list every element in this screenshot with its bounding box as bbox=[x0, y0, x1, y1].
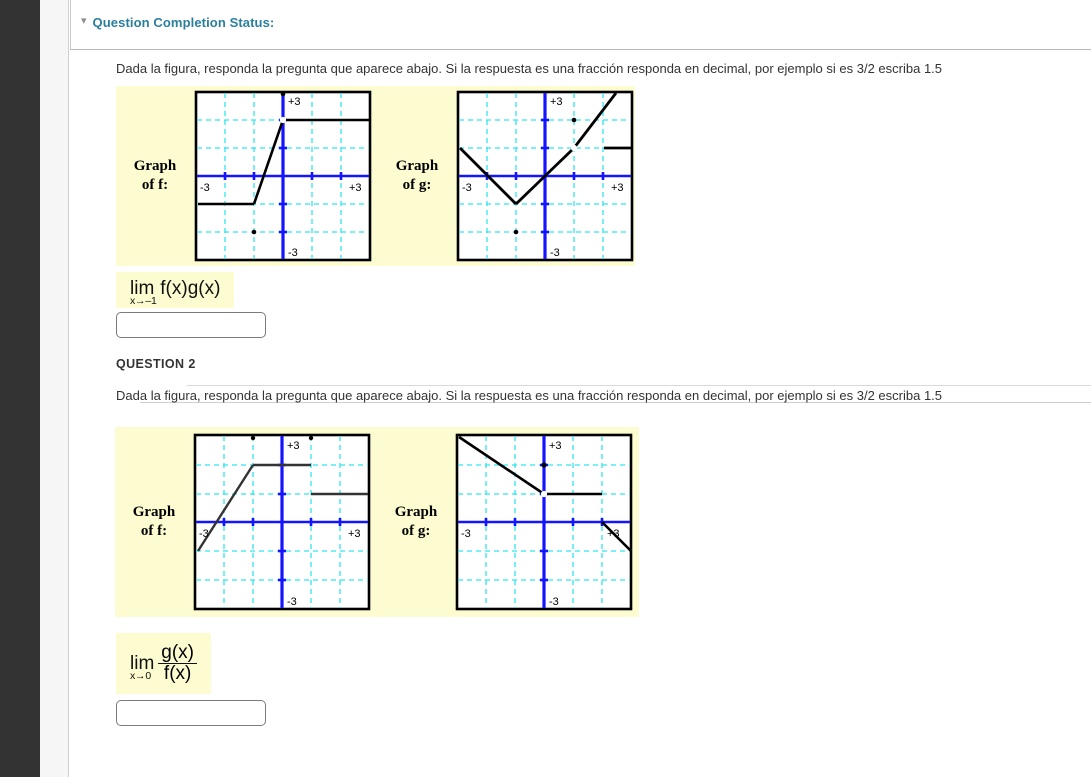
chevron-down-icon[interactable]: ▾ bbox=[81, 16, 87, 27]
q2-graph-f-svg: +3 -3 -3 +3 bbox=[193, 433, 371, 611]
q1-graph-g-svg: +3 -3 -3 +3 bbox=[456, 90, 634, 261]
question-1-limit-expression: lim x→–1 f(x)g(x) bbox=[116, 271, 235, 308]
question-2-answer-row bbox=[116, 699, 1091, 726]
page-root: ▾ Question Completion Status: Dada la fi… bbox=[0, 0, 1091, 777]
svg-text:-3: -3 bbox=[461, 528, 471, 540]
question-2-answer-input[interactable] bbox=[116, 699, 266, 726]
content-column: ▾ Question Completion Status: Dada la fi… bbox=[70, 0, 1091, 777]
graph-f-label-2: Graph of f: bbox=[115, 503, 193, 541]
graph-g-label-line2: of g: bbox=[402, 176, 432, 193]
left-nav-rail[interactable] bbox=[0, 0, 40, 777]
svg-text:+3: +3 bbox=[550, 96, 563, 108]
svg-text:+3: +3 bbox=[607, 528, 620, 540]
q2-limit-subscript: x→0 bbox=[130, 669, 151, 682]
q1-limit-operator: lim x→–1 bbox=[130, 278, 158, 307]
graph-f-label: Graph of f: bbox=[116, 157, 194, 195]
q2-limit-numerator: g(x) bbox=[161, 642, 195, 664]
question-2-limit-expression: lim x→0 g(x) f(x) bbox=[116, 633, 212, 694]
svg-text:+3: +3 bbox=[288, 96, 301, 108]
left-collapse-strip[interactable] bbox=[40, 0, 69, 777]
q2-graph-g-plot: +3 -3 -3 +3 bbox=[455, 433, 633, 611]
svg-text:+3: +3 bbox=[349, 182, 362, 194]
graph-f-label-line2: of f: bbox=[141, 176, 169, 193]
question-completion-status-panel[interactable]: ▾ Question Completion Status: bbox=[70, 0, 1091, 50]
graph-f-label-2-line2: of f: bbox=[140, 523, 168, 540]
question-2-figure: Graph of f: +3 -3 -3 +3 Graph of g: +3 -… bbox=[115, 427, 639, 618]
svg-text:+3: +3 bbox=[549, 440, 562, 452]
question-1-graph-g-pair: Graph of g: +3 -3 -3 +3 bbox=[378, 90, 634, 262]
question-block-1: Dada la figura, responda la pregunta que… bbox=[70, 50, 1091, 338]
svg-text:+3: +3 bbox=[287, 440, 300, 452]
q1-graph-f-svg: +3 -3 -3 +3 bbox=[194, 90, 372, 261]
question-1-prompt: Dada la figura, responda la pregunta que… bbox=[116, 61, 943, 76]
graph-g-label-2: Graph of g: bbox=[377, 503, 455, 541]
graph-g-label-2-line1: Graph bbox=[394, 504, 438, 521]
svg-text:+3: +3 bbox=[611, 182, 624, 194]
question-completion-status-title: Question Completion Status: bbox=[92, 15, 275, 30]
question-2-graph-f-pair: Graph of f: +3 -3 -3 +3 bbox=[115, 433, 371, 611]
q2-limit-fraction: g(x) f(x) bbox=[158, 642, 198, 684]
graph-g-label: Graph of g: bbox=[378, 157, 456, 195]
q2-graph-g-svg: +3 -3 -3 +3 bbox=[455, 433, 633, 611]
graph-f-label-2-line1: Graph bbox=[132, 504, 176, 521]
question-1-answer-row bbox=[116, 311, 1091, 338]
svg-text:-3: -3 bbox=[288, 247, 298, 259]
svg-text:+3: +3 bbox=[348, 528, 361, 540]
question-2-label: QUESTION 2 bbox=[116, 356, 196, 371]
svg-text:-3: -3 bbox=[462, 182, 472, 194]
graph-g-label-line1: Graph bbox=[395, 157, 439, 174]
svg-text:-3: -3 bbox=[200, 182, 210, 194]
svg-text:-3: -3 bbox=[550, 247, 560, 259]
svg-text:-3: -3 bbox=[549, 596, 559, 608]
graph-g-label-2-line2: of g: bbox=[401, 523, 431, 540]
q2-limit-denominator: f(x) bbox=[158, 663, 198, 684]
q1-graph-g-plot: +3 -3 -3 +3 bbox=[456, 90, 634, 262]
question-2-prompt: Dada la figura, responda la pregunta que… bbox=[116, 387, 943, 403]
question-1-graph-f-pair: Graph of f: +3 -3 -3 +3 bbox=[116, 90, 372, 262]
question-1-answer-input[interactable] bbox=[116, 311, 266, 338]
svg-text:-3: -3 bbox=[199, 528, 209, 540]
graph-f-label-line1: Graph bbox=[133, 157, 177, 174]
question-1-figure: Graph of f: +3 -3 -3 +3 Graph of g: +3 -… bbox=[116, 85, 635, 266]
question-block-2: QUESTION 2 Dada la figura, responda la p… bbox=[70, 338, 1091, 726]
q2-graph-f-plot: +3 -3 -3 +3 bbox=[193, 433, 371, 611]
q2-limit-operator: lim x→0 bbox=[130, 653, 158, 682]
q1-limit-subscript: x→–1 bbox=[130, 294, 157, 307]
q1-graph-f-plot: +3 -3 -3 +3 bbox=[194, 90, 372, 262]
question-2-graph-g-pair: Graph of g: +3 -3 -3 +3 bbox=[377, 433, 633, 611]
svg-text:-3: -3 bbox=[287, 596, 297, 608]
q1-limit-body: f(x)g(x) bbox=[160, 277, 221, 299]
